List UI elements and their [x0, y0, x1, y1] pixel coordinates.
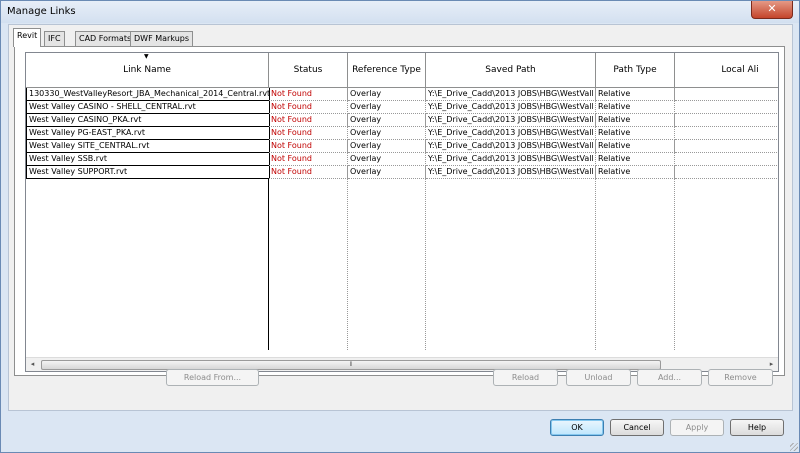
cell-path-type: Relative: [596, 127, 675, 140]
cell-link-name: West Valley SITE_CENTRAL.rvt: [26, 140, 270, 153]
column-header-reference-type[interactable]: Reference Type: [348, 53, 426, 88]
reload-from-button[interactable]: Reload From...: [166, 369, 259, 386]
cell-saved-path: Y:\E_Drive_Cadd\2013 JOBS\HBG\WestVall: [426, 114, 596, 127]
cell-saved-path: Y:\E_Drive_Cadd\2013 JOBS\HBG\WestVall: [426, 140, 596, 153]
cancel-button[interactable]: Cancel: [610, 419, 664, 436]
remove-button[interactable]: Remove: [708, 369, 773, 386]
column-header-status[interactable]: Status: [269, 53, 348, 88]
table-row[interactable]: 130330_WestValleyResort_JBA_Mechanical_2…: [26, 88, 778, 101]
cell-saved-path: Y:\E_Drive_Cadd\2013 JOBS\HBG\WestVall: [426, 153, 596, 166]
reload-button[interactable]: Reload: [493, 369, 558, 386]
tab-dwf-markups[interactable]: DWF Markups: [130, 31, 194, 46]
cell-reference-type: Overlay: [348, 127, 426, 140]
dialog-client-area: Revit IFC CAD Formats DWF Markups Link N…: [8, 24, 793, 411]
title-bar: Manage Links ✕: [1, 1, 799, 23]
cell-path-type: Relative: [596, 114, 675, 127]
cell-path-type: Relative: [596, 140, 675, 153]
tab-cad-formats[interactable]: CAD Formats: [75, 31, 136, 46]
table-row[interactable]: West Valley CASINO - SHELL_CENTRAL.rvt No…: [26, 101, 778, 114]
cell-local-alias: [675, 114, 778, 127]
ok-button[interactable]: OK: [550, 419, 604, 436]
cell-saved-path: Y:\E_Drive_Cadd\2013 JOBS\HBG\WestVall: [426, 166, 596, 179]
manage-links-dialog: Manage Links ✕ Revit IFC CAD Formats DWF…: [0, 0, 800, 453]
tab-ifc[interactable]: IFC: [44, 31, 65, 46]
cell-local-alias: [675, 88, 778, 101]
table-row[interactable]: West Valley SUPPORT.rvt Not Found Overlay Y…: [26, 166, 778, 179]
table-row[interactable]: West Valley SITE_CENTRAL.rvt Not Found Ove…: [26, 140, 778, 153]
cell-reference-type: Overlay: [348, 114, 426, 127]
cell-reference-type: Overlay: [348, 166, 426, 179]
add-button[interactable]: Add...: [637, 369, 702, 386]
cell-link-name: West Valley PG-EAST_PKA.rvt: [26, 127, 270, 140]
grip-icon: ⦀: [349, 361, 353, 368]
cell-path-type: Relative: [596, 166, 675, 179]
column-header-local-alias[interactable]: Local Ali: [675, 53, 778, 88]
cell-link-name: West Valley SSB.rvt: [26, 153, 270, 166]
tab-revit[interactable]: Revit: [13, 28, 42, 47]
cell-saved-path: Y:\E_Drive_Cadd\2013 JOBS\HBG\WestVall: [426, 101, 596, 114]
cell-link-name: West Valley CASINO - SHELL_CENTRAL.rvt: [26, 101, 270, 114]
close-button[interactable]: ✕: [751, 1, 793, 19]
cell-reference-type: Overlay: [348, 101, 426, 114]
table-row[interactable]: West Valley CASINO_PKA.rvt Not Found Overl…: [26, 114, 778, 127]
cell-saved-path: Y:\E_Drive_Cadd\2013 JOBS\HBG\WestVall: [426, 127, 596, 140]
links-table: Link Name ▼ Status Reference Type Saved …: [25, 52, 779, 372]
cell-local-alias: [675, 140, 778, 153]
cell-link-name: West Valley CASINO_PKA.rvt: [26, 114, 270, 127]
scroll-left-arrow-icon[interactable]: ◂: [26, 358, 39, 371]
cell-local-alias: [675, 166, 778, 179]
table-row[interactable]: West Valley SSB.rvt Not Found Overlay Y:\E_…: [26, 153, 778, 166]
column-header-path-type[interactable]: Path Type: [596, 53, 675, 88]
cell-reference-type: Overlay: [348, 88, 426, 101]
cell-status: Not Found: [269, 101, 348, 114]
cell-link-name: West Valley SUPPORT.rvt: [26, 166, 270, 179]
cell-reference-type: Overlay: [348, 140, 426, 153]
cell-status: Not Found: [269, 140, 348, 153]
window-title: Manage Links: [7, 6, 76, 17]
column-header-saved-path[interactable]: Saved Path: [426, 53, 596, 88]
apply-button[interactable]: Apply: [670, 419, 724, 436]
cell-reference-type: Overlay: [348, 153, 426, 166]
cell-status: Not Found: [269, 127, 348, 140]
resize-grip-icon[interactable]: [790, 443, 798, 451]
cell-link-name: 130330_WestValleyResort_JBA_Mechanical_2…: [26, 88, 270, 101]
cell-status: Not Found: [269, 166, 348, 179]
cell-path-type: Relative: [596, 153, 675, 166]
cell-status: Not Found: [269, 114, 348, 127]
sort-arrow-icon: ▼: [144, 53, 149, 60]
help-button[interactable]: Help: [730, 419, 784, 436]
unload-button[interactable]: Unload: [566, 369, 631, 386]
cell-path-type: Relative: [596, 101, 675, 114]
cell-status: Not Found: [269, 153, 348, 166]
revit-tab-panel: Link Name ▼ Status Reference Type Saved …: [14, 46, 785, 376]
cell-local-alias: [675, 127, 778, 140]
table-row[interactable]: West Valley PG-EAST_PKA.rvt Not Found Over…: [26, 127, 778, 140]
column-header-link-name[interactable]: Link Name ▼: [26, 53, 269, 88]
cell-saved-path: Y:\E_Drive_Cadd\2013 JOBS\HBG\WestVall: [426, 88, 596, 101]
cell-local-alias: [675, 153, 778, 166]
cell-status: Not Found: [269, 88, 348, 101]
cell-local-alias: [675, 101, 778, 114]
cell-path-type: Relative: [596, 88, 675, 101]
